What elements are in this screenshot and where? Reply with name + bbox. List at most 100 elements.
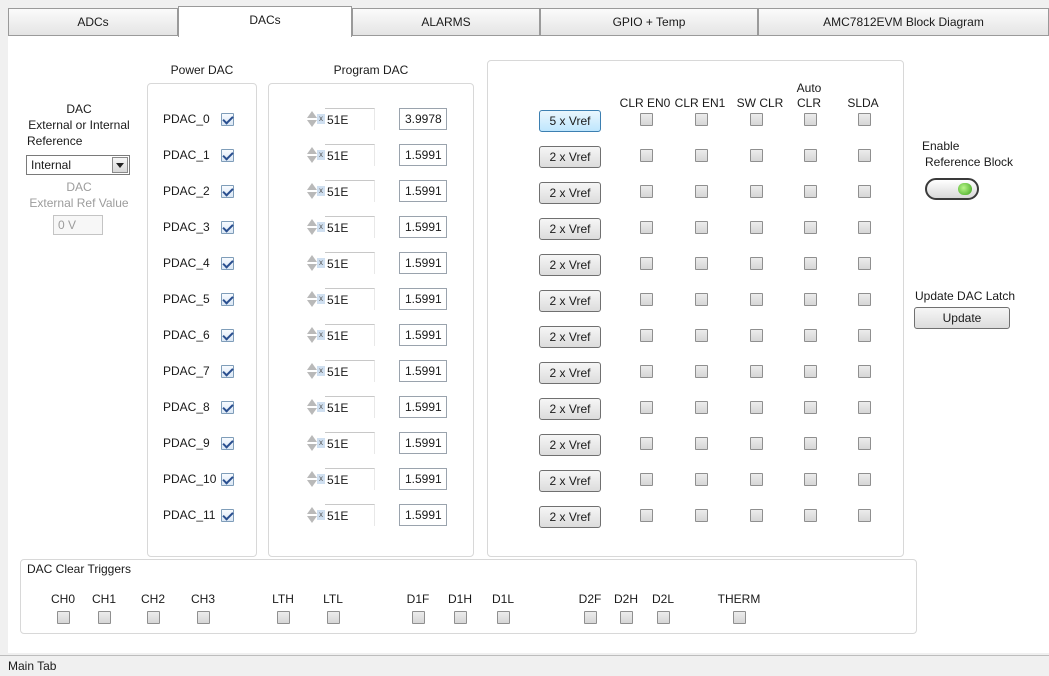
program-dac-code-value[interactable]: 51E bbox=[325, 180, 375, 202]
program-dac-code-stepper[interactable]: x 51E bbox=[303, 252, 375, 274]
program-dac-code-stepper[interactable]: x 51E bbox=[303, 504, 375, 526]
spinner-arrows-icon[interactable] bbox=[307, 505, 317, 525]
clear-option-checkbox[interactable] bbox=[804, 437, 817, 450]
clear-option-checkbox[interactable] bbox=[695, 221, 708, 234]
chevron-up-icon[interactable] bbox=[307, 219, 317, 226]
clear-option-checkbox[interactable] bbox=[804, 221, 817, 234]
clear-option-checkbox[interactable] bbox=[750, 113, 763, 126]
gain-vref-button[interactable]: 2 x Vref bbox=[539, 434, 601, 456]
clear-trigger-checkbox[interactable] bbox=[497, 611, 510, 624]
chevron-down-icon[interactable] bbox=[307, 444, 317, 451]
clear-option-checkbox[interactable] bbox=[804, 401, 817, 414]
gain-vref-button[interactable]: 2 x Vref bbox=[539, 218, 601, 240]
program-dac-code-stepper[interactable]: x 51E bbox=[303, 108, 375, 130]
chevron-down-icon[interactable] bbox=[307, 408, 317, 415]
spinner-arrows-icon[interactable] bbox=[307, 397, 317, 417]
program-dac-code-value[interactable]: 51E bbox=[325, 324, 375, 346]
chevron-down-icon[interactable] bbox=[307, 192, 317, 199]
clear-option-checkbox[interactable] bbox=[858, 473, 871, 486]
ext-ref-value-field[interactable]: 0 V bbox=[53, 215, 103, 235]
chevron-up-icon[interactable] bbox=[307, 399, 317, 406]
program-dac-code-value[interactable]: 51E bbox=[325, 252, 375, 274]
gain-vref-button[interactable]: 2 x Vref bbox=[539, 182, 601, 204]
clear-trigger-checkbox[interactable] bbox=[733, 611, 746, 624]
clear-option-checkbox[interactable] bbox=[858, 437, 871, 450]
clear-option-checkbox[interactable] bbox=[695, 329, 708, 342]
reference-select[interactable]: Internal bbox=[26, 155, 130, 175]
pdac-enable-checkbox[interactable] bbox=[221, 257, 234, 270]
clear-option-checkbox[interactable] bbox=[695, 365, 708, 378]
clear-option-checkbox[interactable] bbox=[750, 185, 763, 198]
clear-option-checkbox[interactable] bbox=[750, 293, 763, 306]
chevron-down-icon[interactable] bbox=[112, 157, 128, 173]
clear-trigger-checkbox[interactable] bbox=[620, 611, 633, 624]
gain-vref-button[interactable]: 2 x Vref bbox=[539, 326, 601, 348]
clear-trigger-checkbox[interactable] bbox=[57, 611, 70, 624]
gain-vref-button[interactable]: 2 x Vref bbox=[539, 470, 601, 492]
clear-option-checkbox[interactable] bbox=[750, 473, 763, 486]
clear-option-checkbox[interactable] bbox=[750, 401, 763, 414]
spinner-arrows-icon[interactable] bbox=[307, 433, 317, 453]
clear-option-checkbox[interactable] bbox=[695, 149, 708, 162]
clear-option-checkbox[interactable] bbox=[695, 509, 708, 522]
clear-option-checkbox[interactable] bbox=[695, 257, 708, 270]
clear-option-checkbox[interactable] bbox=[858, 149, 871, 162]
gain-vref-button[interactable]: 2 x Vref bbox=[539, 254, 601, 276]
clear-option-checkbox[interactable] bbox=[804, 329, 817, 342]
program-dac-code-value[interactable]: 51E bbox=[325, 144, 375, 166]
chevron-up-icon[interactable] bbox=[307, 435, 317, 442]
pdac-enable-checkbox[interactable] bbox=[221, 149, 234, 162]
clear-option-checkbox[interactable] bbox=[858, 257, 871, 270]
pdac-enable-checkbox[interactable] bbox=[221, 473, 234, 486]
program-dac-code-value[interactable]: 51E bbox=[325, 396, 375, 418]
clear-option-checkbox[interactable] bbox=[695, 185, 708, 198]
clear-option-checkbox[interactable] bbox=[695, 113, 708, 126]
pdac-enable-checkbox[interactable] bbox=[221, 221, 234, 234]
clear-option-checkbox[interactable] bbox=[858, 365, 871, 378]
clear-option-checkbox[interactable] bbox=[750, 437, 763, 450]
program-dac-code-value[interactable]: 51E bbox=[325, 432, 375, 454]
clear-trigger-checkbox[interactable] bbox=[197, 611, 210, 624]
clear-option-checkbox[interactable] bbox=[804, 113, 817, 126]
spinner-arrows-icon[interactable] bbox=[307, 325, 317, 345]
clear-option-checkbox[interactable] bbox=[750, 365, 763, 378]
program-dac-code-value[interactable]: 51E bbox=[325, 360, 375, 382]
clear-option-checkbox[interactable] bbox=[640, 221, 653, 234]
chevron-down-icon[interactable] bbox=[307, 264, 317, 271]
gain-vref-button[interactable]: 2 x Vref bbox=[539, 362, 601, 384]
clear-option-checkbox[interactable] bbox=[804, 149, 817, 162]
tab-block-diagram[interactable]: AMC7812EVM Block Diagram bbox=[758, 8, 1049, 35]
clear-trigger-checkbox[interactable] bbox=[98, 611, 111, 624]
tab-adcs[interactable]: ADCs bbox=[8, 8, 178, 35]
spinner-arrows-icon[interactable] bbox=[307, 145, 317, 165]
clear-option-checkbox[interactable] bbox=[695, 473, 708, 486]
program-dac-code-stepper[interactable]: x 51E bbox=[303, 216, 375, 238]
clear-option-checkbox[interactable] bbox=[804, 293, 817, 306]
clear-option-checkbox[interactable] bbox=[804, 365, 817, 378]
pdac-enable-checkbox[interactable] bbox=[221, 437, 234, 450]
clear-option-checkbox[interactable] bbox=[640, 149, 653, 162]
clear-option-checkbox[interactable] bbox=[695, 401, 708, 414]
clear-option-checkbox[interactable] bbox=[750, 329, 763, 342]
spinner-arrows-icon[interactable] bbox=[307, 217, 317, 237]
clear-trigger-checkbox[interactable] bbox=[454, 611, 467, 624]
gain-vref-button[interactable]: 2 x Vref bbox=[539, 290, 601, 312]
pdac-enable-checkbox[interactable] bbox=[221, 185, 234, 198]
clear-option-checkbox[interactable] bbox=[858, 329, 871, 342]
pdac-enable-checkbox[interactable] bbox=[221, 113, 234, 126]
gain-vref-button[interactable]: 2 x Vref bbox=[539, 398, 601, 420]
spinner-arrows-icon[interactable] bbox=[307, 469, 317, 489]
program-dac-code-value[interactable]: 51E bbox=[325, 468, 375, 490]
gain-vref-button[interactable]: 2 x Vref bbox=[539, 506, 601, 528]
chevron-down-icon[interactable] bbox=[307, 480, 317, 487]
chevron-down-icon[interactable] bbox=[307, 156, 317, 163]
chevron-up-icon[interactable] bbox=[307, 471, 317, 478]
program-dac-code-stepper[interactable]: x 51E bbox=[303, 144, 375, 166]
tab-gpio-temp[interactable]: GPIO + Temp bbox=[540, 8, 758, 35]
clear-option-checkbox[interactable] bbox=[640, 437, 653, 450]
chevron-down-icon[interactable] bbox=[307, 300, 317, 307]
spinner-arrows-icon[interactable] bbox=[307, 109, 317, 129]
clear-trigger-checkbox[interactable] bbox=[412, 611, 425, 624]
clear-option-checkbox[interactable] bbox=[640, 365, 653, 378]
chevron-up-icon[interactable] bbox=[307, 291, 317, 298]
